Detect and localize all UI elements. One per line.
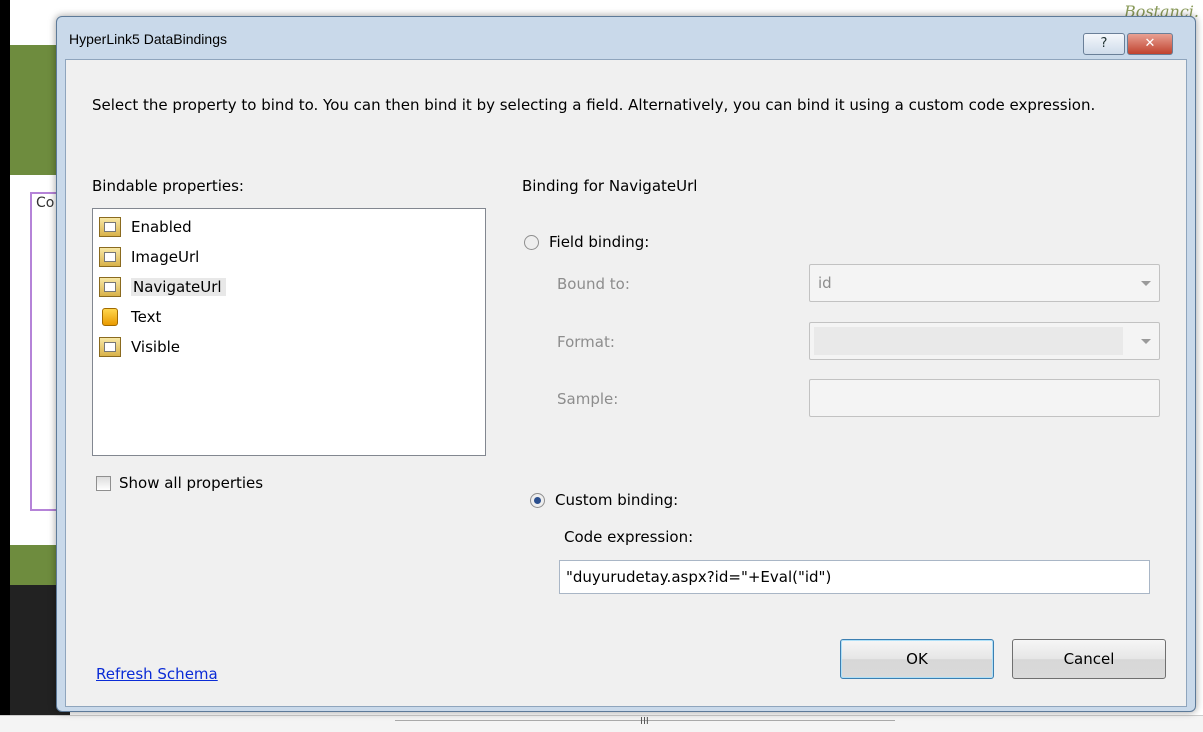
list-item-label: Enabled [131, 218, 192, 236]
refresh-schema-link[interactable]: Refresh Schema [96, 665, 218, 683]
dialog-title: HyperLink5 DataBindings [69, 31, 227, 47]
property-icon [99, 337, 121, 357]
custom-binding-radio[interactable]: Custom binding: [530, 491, 678, 509]
list-item-text[interactable]: Text [99, 305, 161, 329]
background-panel-label: Co [36, 195, 55, 211]
binding-for-heading: Binding for NavigateUrl [522, 177, 698, 195]
field-icon [102, 308, 118, 326]
intro-text: Select the property to bind to. You can … [92, 96, 1096, 114]
sample-field [809, 379, 1160, 417]
list-item-navigateurl[interactable]: NavigateUrl [99, 275, 226, 299]
list-item-label: Text [131, 308, 162, 326]
list-item-visible[interactable]: Visible [99, 335, 180, 359]
property-icon [99, 217, 121, 237]
bindable-properties-label: Bindable properties: [92, 177, 244, 195]
list-item-imageurl[interactable]: ImageUrl [99, 245, 199, 269]
list-item-enabled[interactable]: Enabled [99, 215, 192, 239]
format-label: Format: [557, 333, 615, 351]
dialog-client-area: Select the property to bind to. You can … [65, 59, 1187, 707]
code-expression-label: Code expression: [564, 528, 694, 546]
format-value [814, 327, 1123, 355]
property-icon [99, 247, 121, 267]
bound-to-value: id [818, 274, 832, 292]
code-expression-input[interactable] [559, 560, 1150, 594]
bindable-properties-list[interactable]: Enabled ImageUrl NavigateUrl Text Visibl… [92, 208, 486, 456]
list-item-label: NavigateUrl [131, 278, 226, 296]
list-item-label: ImageUrl [131, 248, 200, 266]
radio-off-icon[interactable] [524, 234, 539, 250]
chevron-down-icon [1141, 281, 1151, 286]
dialog-titlebar[interactable]: HyperLink5 DataBindings ? ✕ [57, 17, 1195, 59]
sample-label: Sample: [557, 390, 619, 408]
databindings-dialog: HyperLink5 DataBindings ? ✕ Select the p… [56, 16, 1196, 712]
help-button[interactable]: ? [1083, 33, 1125, 55]
close-button[interactable]: ✕ [1127, 33, 1173, 55]
background-left-bar [0, 0, 10, 731]
list-item-label: Visible [131, 338, 180, 356]
checkbox-label: Show all properties [119, 474, 264, 492]
show-all-properties-checkbox[interactable]: Show all properties [96, 474, 263, 492]
cancel-button[interactable]: Cancel [1012, 639, 1166, 679]
radio-label: Custom binding: [555, 491, 679, 509]
bound-to-label: Bound to: [557, 275, 630, 293]
field-binding-radio[interactable]: Field binding: [524, 233, 649, 251]
radio-label: Field binding: [549, 233, 650, 251]
property-icon [99, 277, 121, 297]
chevron-down-icon [1141, 339, 1151, 344]
bound-to-select[interactable]: id [809, 264, 1160, 302]
ok-button[interactable]: OK [840, 639, 994, 679]
checkbox-box[interactable] [96, 475, 111, 491]
radio-on-icon[interactable] [530, 492, 545, 508]
scrollbar-grip[interactable]: III [640, 716, 649, 727]
format-select[interactable] [809, 322, 1160, 360]
